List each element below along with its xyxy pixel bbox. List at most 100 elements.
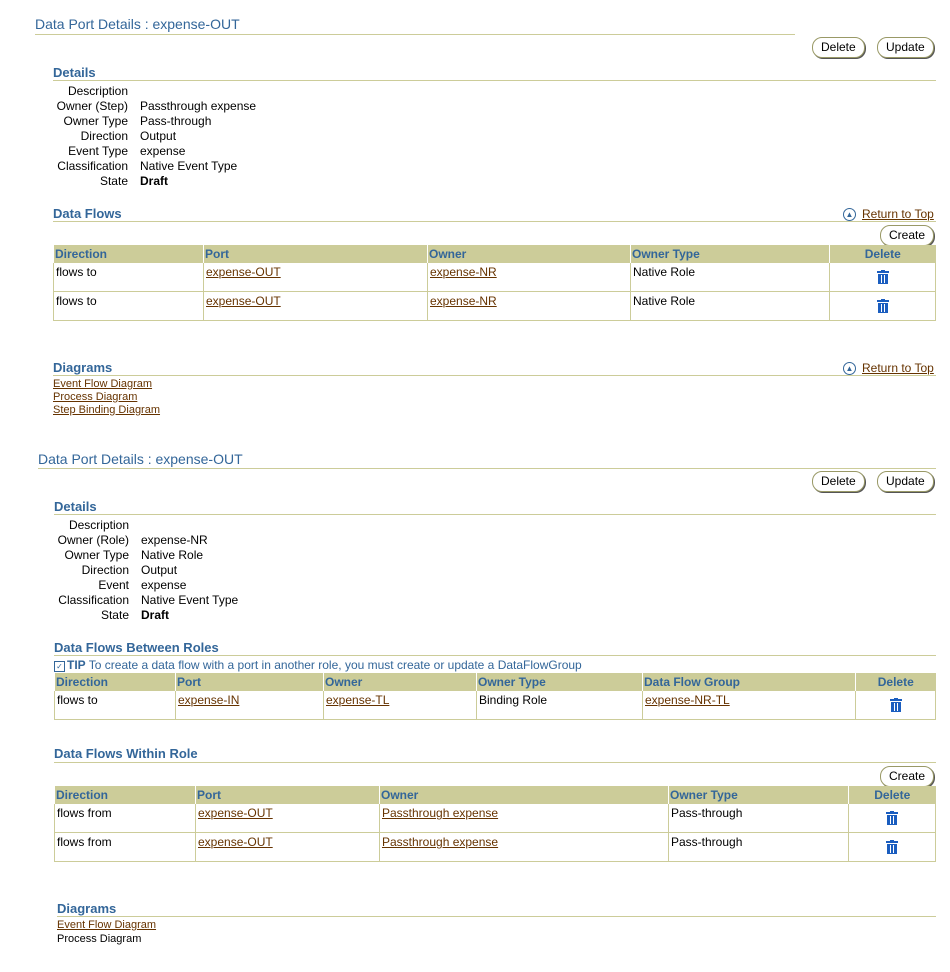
section-divider: [53, 375, 936, 376]
up-arrow-icon: ▲: [843, 362, 856, 376]
port-link[interactable]: expense-OUT: [206, 265, 281, 279]
flows-between-roles-heading: Data Flows Between Roles: [54, 640, 219, 655]
col-owner-type: Owner Type: [668, 786, 849, 804]
cell-owner-type: Binding Role: [476, 690, 643, 720]
detail-label: Classification: [57, 159, 128, 173]
cell-direction: flows from: [54, 803, 196, 833]
checkmark-icon: ✓: [54, 661, 65, 672]
detail-label: Owner Type: [63, 114, 128, 128]
owner-link[interactable]: expense-NR: [430, 265, 497, 279]
detail-value: Native Event Type: [141, 593, 239, 607]
delete-button[interactable]: Delete: [812, 471, 865, 492]
cell-owner-type: Pass-through: [668, 803, 849, 833]
create-button[interactable]: Create: [880, 766, 935, 787]
create-button[interactable]: Create: [880, 225, 935, 246]
step-binding-diagram-link[interactable]: Step Binding Diagram: [53, 404, 160, 416]
flows-within-role-table: Direction Port Owner Owner Type Delete f…: [54, 786, 936, 862]
update-button[interactable]: Update: [877, 471, 934, 492]
trash-icon[interactable]: [876, 298, 889, 313]
detail-value: Native Role: [141, 548, 204, 562]
detail-label: Owner Type: [64, 548, 129, 562]
table-row: flows from expense-OUT Passthrough expen…: [54, 803, 936, 833]
col-owner-type: Owner Type: [630, 245, 830, 263]
cell-direction: flows to: [53, 262, 204, 292]
col-delete: Delete: [829, 245, 936, 263]
return-to-top-link[interactable]: Return to Top: [862, 207, 934, 221]
event-flow-diagram-link[interactable]: Event Flow Diagram: [57, 919, 156, 931]
state-value: Draft: [140, 174, 169, 188]
detail-label: Event: [98, 578, 129, 592]
details-heading: Details: [54, 499, 97, 514]
cell-owner-type: Native Role: [630, 291, 830, 321]
col-owner: Owner: [427, 245, 631, 263]
table-row: flows to expense-OUT expense-NR Native R…: [53, 262, 936, 292]
col-port: Port: [175, 673, 324, 691]
details-heading: Details: [53, 65, 96, 80]
detail-value: Passthrough expense: [140, 99, 257, 113]
title-divider: [35, 34, 795, 35]
section-divider: [54, 655, 936, 656]
detail-value: expense: [141, 578, 187, 592]
diagrams-heading: Diagrams: [57, 901, 117, 916]
process-diagram-label: Process Diagram: [57, 933, 142, 945]
owner-link[interactable]: expense-NR: [430, 294, 497, 308]
section-divider: [57, 916, 936, 917]
section-divider: [53, 221, 936, 222]
data-flow-group-link[interactable]: expense-NR-TL: [645, 693, 730, 707]
table-row: flows from expense-OUT Passthrough expen…: [54, 832, 936, 862]
detail-label: Classification: [58, 593, 129, 607]
detail-value: Native Event Type: [140, 159, 238, 173]
port-link[interactable]: expense-IN: [178, 693, 239, 707]
cell-owner-type: Pass-through: [668, 832, 849, 862]
delete-button[interactable]: Delete: [812, 37, 865, 58]
col-owner: Owner: [323, 673, 477, 691]
col-direction: Direction: [54, 673, 176, 691]
detail-label: Event Type: [68, 144, 128, 158]
owner-link[interactable]: expense-TL: [326, 693, 389, 707]
diagrams-heading: Diagrams: [53, 360, 113, 375]
event-flow-diagram-link[interactable]: Event Flow Diagram: [53, 378, 152, 390]
detail-label: Direction: [80, 129, 128, 143]
detail-value: Pass-through: [140, 114, 212, 128]
col-owner-type: Owner Type: [476, 673, 643, 691]
table-header-row: Direction Port Owner Owner Type Delete: [54, 786, 936, 804]
port-link[interactable]: expense-OUT: [198, 806, 273, 820]
return-to-top[interactable]: ▲ Return to Top: [843, 361, 934, 376]
owner-link[interactable]: Passthrough expense: [382, 835, 498, 849]
detail-value: expense-NR: [141, 533, 208, 547]
trash-icon[interactable]: [886, 839, 898, 854]
owner-link[interactable]: Passthrough expense: [382, 806, 498, 820]
trash-icon[interactable]: [886, 810, 898, 825]
table-header-row: Direction Port Owner Owner Type Delete: [53, 245, 936, 263]
table-row: flows to expense-IN expense-TL Binding R…: [54, 690, 936, 720]
cell-direction: flows to: [54, 690, 176, 720]
page-title: Data Port Details : expense-OUT: [35, 16, 240, 32]
section-divider: [54, 762, 936, 763]
table-row: flows to expense-OUT expense-NR Native R…: [53, 291, 936, 321]
col-delete: Delete: [848, 786, 936, 804]
port-link[interactable]: expense-OUT: [206, 294, 281, 308]
detail-label: State: [99, 174, 128, 188]
col-delete: Delete: [855, 673, 936, 691]
section-divider: [54, 514, 936, 515]
col-data-flow-group: Data Flow Group: [642, 673, 856, 691]
return-to-top-link[interactable]: Return to Top: [862, 361, 934, 375]
return-to-top[interactable]: ▲ Return to Top: [843, 207, 934, 222]
update-button[interactable]: Update: [877, 37, 934, 58]
detail-label: Owner (Step): [56, 99, 128, 113]
col-direction: Direction: [54, 786, 196, 804]
col-port: Port: [203, 245, 428, 263]
title-divider: [38, 468, 936, 469]
col-port: Port: [195, 786, 380, 804]
flows-within-role-heading: Data Flows Within Role: [54, 746, 198, 761]
flows-between-roles-table: Direction Port Owner Owner Type Data Flo…: [54, 673, 936, 720]
trash-icon[interactable]: [876, 269, 889, 284]
trash-icon[interactable]: [889, 697, 902, 712]
detail-label: Direction: [81, 563, 129, 577]
port-link[interactable]: expense-OUT: [198, 835, 273, 849]
col-owner: Owner: [379, 786, 669, 804]
section-divider: [53, 80, 936, 81]
process-diagram-link[interactable]: Process Diagram: [53, 391, 137, 403]
tip-message: ✓ TIP To create a data flow with a port i…: [54, 658, 582, 672]
detail-label: State: [100, 608, 129, 622]
